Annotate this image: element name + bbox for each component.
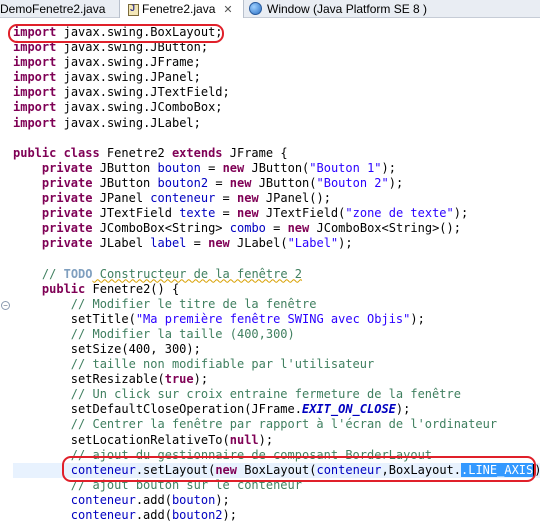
code-line: // Modifier le titre de la fenêtre — [70, 296, 317, 311]
code-editor[interactable]: import javax.swing.BoxLayout; import jav… — [13, 25, 540, 523]
tab-label: Fenetre2.java — [142, 2, 216, 16]
tab-demofenetre2[interactable]: DemoFenetre2.java — [0, 0, 119, 17]
code-line: setDefaultCloseOperation(JFrame.EXIT_ON_… — [70, 402, 411, 417]
code-line: conteneur.add(bouton); — [70, 492, 230, 507]
code-line: // Modifier la taille (400,300) — [70, 326, 295, 341]
code-line: import javax.swing.JFrame; — [13, 55, 201, 70]
java-file-icon — [128, 3, 139, 16]
tab-fenetre2[interactable]: Fenetre2.java ✕ — [119, 0, 244, 18]
code-line: public class Fenetre2 extends JFrame { — [13, 145, 288, 160]
code-line: setLocationRelativeTo(null); — [70, 432, 274, 447]
code-line: import javax.swing.JComboBox; — [13, 100, 223, 115]
code-line: import javax.swing.JPanel; — [13, 70, 201, 85]
code-line: setResizable(true); — [70, 372, 209, 387]
code-line: import javax.swing.JButton; — [13, 40, 209, 55]
code-line: private JLabel label = new JLabel("Label… — [41, 236, 353, 251]
code-line: // TODO Constructeur de la fenêtre 2 — [41, 266, 303, 281]
code-line: import javax.swing.JTextField; — [13, 85, 230, 100]
code-line: private JPanel conteneur = new JPanel(); — [41, 191, 331, 206]
code-line: private JButton bouton2 = new JButton("B… — [41, 175, 404, 190]
selected-text: .LINE_AXIS — [461, 462, 534, 477]
code-line: public Fenetre2() { — [41, 281, 180, 296]
code-line: import javax.swing.BoxLayout; — [13, 25, 223, 39]
browser-globe-icon — [249, 2, 262, 15]
code-line: conteneur.add(bouton2); — [70, 508, 237, 522]
tab-window-javadoc[interactable]: Window (Java Platform SE 8 ) — [243, 0, 540, 17]
editor-tab-bar: DemoFenetre2.java Fenetre2.java ✕ Window… — [0, 0, 540, 18]
tab-label: DemoFenetre2.java — [0, 1, 106, 16]
code-line: private JTextField texte = new JTextFiel… — [41, 206, 469, 221]
code-line: setSize(400, 300); — [70, 341, 201, 356]
code-line: private JComboBox<String> combo = new JC… — [41, 221, 461, 236]
fold-icon[interactable]: − — [1, 301, 10, 310]
code-line: import javax.swing.JLabel; — [13, 115, 201, 130]
code-line: // Un click sur croix entraine fermeture… — [70, 387, 461, 402]
close-icon[interactable]: ✕ — [223, 3, 232, 16]
code-line: private JButton bouton = new JButton("Bo… — [41, 160, 396, 175]
code-line: setTitle("Ma première fenêtre SWING avec… — [70, 311, 425, 326]
editor-gutter: − — [0, 18, 10, 532]
code-line: // ajout bouton sur le conteneur — [70, 477, 302, 492]
code-line: // ajout du gestionnaire de composant Bo… — [70, 447, 433, 462]
tab-label: Window (Java Platform SE 8 ) — [267, 1, 428, 16]
code-line: // taille non modifiable par l'utilisate… — [70, 357, 375, 372]
code-line: // Centrer la fenêtre par rapport à l'éc… — [70, 417, 498, 432]
code-line-current: conteneur.setLayout(new BoxLayout(conten… — [13, 462, 540, 478]
